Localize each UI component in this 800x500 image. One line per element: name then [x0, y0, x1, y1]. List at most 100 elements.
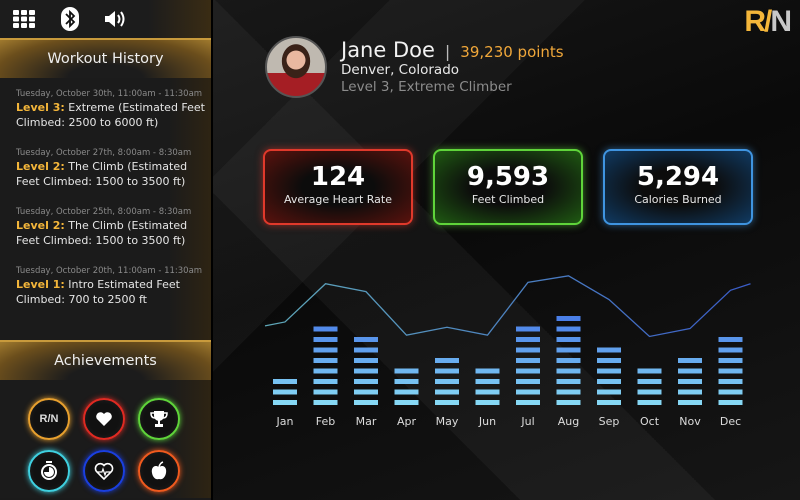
- feet-climbed-label: Feet Climbed: [471, 193, 545, 206]
- month-label: Apr: [397, 415, 417, 428]
- stat-card-calories[interactable]: 5,294 Calories Burned: [603, 149, 753, 225]
- workout-history-title: Workout History: [0, 38, 211, 78]
- bar-segment: [516, 326, 540, 332]
- bar-segment: [678, 400, 702, 405]
- bar-segment: [718, 389, 743, 395]
- bar-segment: [313, 379, 338, 384]
- bar-segment: [354, 389, 378, 395]
- stopwatch-badge[interactable]: [28, 450, 70, 492]
- history-level: Level 1:: [16, 278, 65, 291]
- bar-sep: [597, 347, 621, 405]
- bar-segment: [435, 379, 459, 384]
- bar-segment: [556, 337, 581, 342]
- bar-segment: [516, 368, 540, 374]
- user-name: Jane Doe: [341, 38, 435, 62]
- month-label: Nov: [679, 415, 701, 428]
- bar-segment: [273, 379, 297, 384]
- bar-segment: [313, 389, 338, 395]
- bar-segment: [556, 379, 581, 384]
- logo-left: R/: [744, 5, 772, 38]
- heart-rate-label: Average Heart Rate: [283, 193, 392, 206]
- achievements-title: Achievements: [0, 340, 211, 380]
- bar-segment: [475, 379, 500, 384]
- month-label: Oct: [640, 415, 660, 428]
- bar-jun: [475, 368, 500, 405]
- trophy-badge[interactable]: [138, 398, 180, 440]
- bar-segment: [313, 337, 338, 342]
- bar-segment: [354, 337, 378, 342]
- achievements-panel: R/N: [0, 380, 211, 498]
- ryan-logo-icon: R/N: [39, 413, 59, 425]
- month-label: May: [436, 415, 459, 428]
- bar-segment: [313, 347, 338, 353]
- feet-climbed-value: 9,593: [466, 162, 550, 192]
- bar-segment: [556, 389, 581, 395]
- achievements-grid: R/N: [0, 398, 211, 492]
- logo-right: N: [770, 5, 792, 38]
- bar-segment: [718, 347, 743, 353]
- bar-mar: [354, 337, 378, 405]
- bar-segment: [516, 400, 540, 405]
- month-label: Aug: [558, 415, 579, 428]
- bar-may: [435, 358, 459, 405]
- bar-segment: [678, 368, 702, 374]
- bar-segment: [435, 400, 459, 405]
- trend-line: [264, 275, 751, 338]
- bar-segment: [637, 379, 662, 384]
- avatar[interactable]: [265, 36, 327, 98]
- bar-segment: [313, 368, 338, 374]
- bar-segment: [678, 379, 702, 384]
- bar-segment: [313, 358, 338, 363]
- bar-feb: [313, 326, 338, 405]
- bar-segment: [597, 347, 621, 353]
- apple-badge[interactable]: [138, 450, 180, 492]
- history-item[interactable]: Tuesday, October 25th, 8:00am - 8:30am L…: [16, 206, 211, 248]
- history-item[interactable]: Tuesday, October 27th, 8:00am - 8:30am L…: [16, 147, 211, 189]
- dashboard: Workout History Tuesday, October 30th, 1…: [0, 0, 800, 500]
- bar-segment: [556, 358, 581, 363]
- ryan-logo-badge[interactable]: R/N: [28, 398, 70, 440]
- bar-segment: [718, 400, 743, 405]
- month-label: Dec: [720, 415, 741, 428]
- bar-apr: [394, 368, 419, 405]
- bar-segment: [354, 347, 378, 353]
- bar-dec: [718, 337, 743, 405]
- workout-history-list: Tuesday, October 30th, 11:00am - 11:30am…: [0, 78, 211, 340]
- bar-segment: [313, 326, 338, 332]
- bar-segment: [313, 400, 338, 405]
- history-level: Level 3:: [16, 101, 65, 114]
- bar-segment: [556, 347, 581, 353]
- month-label: Feb: [316, 415, 335, 428]
- top-toolbar: [0, 0, 211, 38]
- bar-segment: [556, 316, 581, 321]
- bluetooth-icon[interactable]: [58, 7, 82, 31]
- history-item[interactable]: Tuesday, October 30th, 11:00am - 11:30am…: [16, 88, 211, 130]
- stat-card-heart-rate[interactable]: 124 Average Heart Rate: [263, 149, 413, 225]
- bar-segment: [273, 389, 297, 395]
- heart-badge[interactable]: [83, 398, 125, 440]
- bar-segment: [597, 358, 621, 363]
- bar-segment: [556, 368, 581, 374]
- bar-jan: [273, 379, 297, 405]
- bar-segment: [637, 368, 662, 374]
- trophy-icon: [150, 411, 168, 427]
- history-date: Tuesday, October 27th, 8:00am - 8:30am: [16, 148, 192, 158]
- bar-segment: [273, 400, 297, 405]
- bar-nov: [678, 358, 702, 405]
- volume-icon[interactable]: [104, 7, 128, 31]
- bar-oct: [637, 368, 662, 405]
- heart-rate-value: 124: [310, 162, 366, 192]
- apple-icon: [151, 461, 167, 480]
- bar-segment: [516, 358, 540, 363]
- heartbeat-badge[interactable]: [83, 450, 125, 492]
- bar-segment: [516, 337, 540, 342]
- bar-segment: [597, 379, 621, 384]
- history-item[interactable]: Tuesday, October 20th, 11:00am - 11:30am…: [16, 265, 211, 307]
- stat-card-feet-climbed[interactable]: 9,593 Feet Climbed: [433, 149, 583, 225]
- history-date: Tuesday, October 20th, 11:00am - 11:30am: [16, 266, 203, 276]
- profile-info: Jane Doe | 39,230 points Denver, Colorad…: [341, 38, 564, 96]
- bar-segment: [394, 400, 419, 405]
- apps-grid-icon[interactable]: [12, 7, 36, 31]
- month-label: Jun: [478, 415, 496, 428]
- history-date: Tuesday, October 25th, 8:00am - 8:30am: [16, 207, 192, 217]
